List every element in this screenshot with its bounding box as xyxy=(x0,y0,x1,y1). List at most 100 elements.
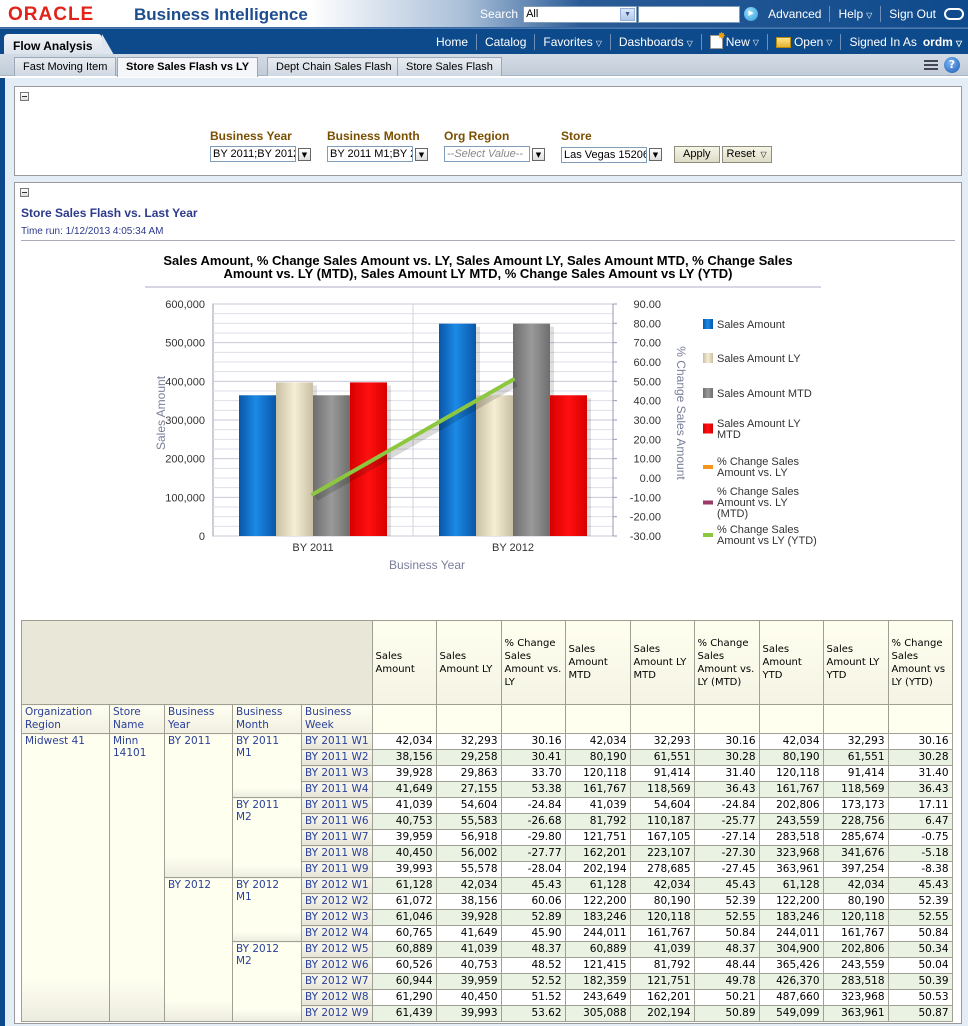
page-options-icon[interactable] xyxy=(924,60,938,70)
business-month-cell[interactable]: BY 2012 M1 xyxy=(232,877,302,942)
nav-catalog[interactable]: Catalog xyxy=(485,35,526,49)
nav-home[interactable]: Home xyxy=(436,35,468,49)
collapse-icon[interactable] xyxy=(20,92,29,101)
business-month-cell[interactable]: BY 2011 M1 xyxy=(232,733,302,798)
tab-fast-moving-item[interactable]: Fast Moving Item xyxy=(14,57,117,76)
nav-dashboards[interactable]: Dashboards ▽ xyxy=(619,35,693,49)
y-tick-label: 400,000 xyxy=(165,376,205,388)
org-region-select[interactable]: --Select Value-- xyxy=(444,146,530,162)
apply-button[interactable]: Apply xyxy=(674,146,720,163)
blank-header-cell xyxy=(371,704,437,734)
dashboard-tab-flow-analysis[interactable]: Flow Analysis xyxy=(4,34,114,55)
business-week-cell[interactable]: BY 2011 W7 xyxy=(301,829,373,846)
tab-dept-chain-sales-flash[interactable]: Dept Chain Sales Flash xyxy=(267,57,401,76)
business-year-cell[interactable]: BY 2011 xyxy=(164,733,233,878)
business-week-cell[interactable]: BY 2011 W1 xyxy=(301,733,373,750)
store-select[interactable]: Las Vegas 15206 xyxy=(561,146,647,163)
value-cell: 120,118 xyxy=(564,765,631,782)
business-year-select[interactable]: BY 2011;BY 2012 xyxy=(210,146,296,162)
nav-favorites[interactable]: Favorites ▽ xyxy=(543,35,602,49)
value-cell: 121,751 xyxy=(564,829,631,846)
business-week-cell[interactable]: BY 2011 W5 xyxy=(301,797,373,814)
business-week-cell[interactable]: BY 2012 W6 xyxy=(301,957,373,974)
value-cell: 42,034 xyxy=(629,877,695,894)
x-tick-label: BY 2012 xyxy=(492,542,534,554)
value-cell: 243,559 xyxy=(758,813,824,830)
help-menu[interactable]: Help ▽ xyxy=(838,7,872,21)
search-input[interactable] xyxy=(638,5,741,23)
business-week-cell[interactable]: BY 2011 W9 xyxy=(301,861,373,878)
tab-store-sales-flash[interactable]: Store Sales Flash xyxy=(397,57,502,76)
value-cell: 48.44 xyxy=(693,957,760,974)
value-cell: -24.84 xyxy=(500,797,566,814)
divider xyxy=(829,6,831,22)
org-region-cell[interactable]: Midwest 41 xyxy=(21,733,110,1022)
business-week-cell[interactable]: BY 2011 W4 xyxy=(301,781,373,798)
search-scope-value: All xyxy=(526,8,539,20)
help-icon[interactable]: ? xyxy=(944,57,960,73)
user-menu[interactable]: ordm ▽ xyxy=(923,35,962,49)
value-cell: 161,767 xyxy=(758,781,824,798)
sales-pivot-table: Sales Amount Sales Amount LY% Change Sale… xyxy=(21,620,953,1022)
advanced-link[interactable]: Advanced xyxy=(768,7,821,21)
business-week-cell[interactable]: BY 2012 W4 xyxy=(301,925,373,942)
nav-new[interactable]: New▽ xyxy=(709,31,759,49)
value-cell: 39,959 xyxy=(371,829,437,846)
business-week-cell[interactable]: BY 2011 W8 xyxy=(301,845,373,862)
business-week-cell[interactable]: BY 2011 W6 xyxy=(301,813,373,830)
value-cell: 40,753 xyxy=(371,813,437,830)
value-cell: 41,039 xyxy=(564,797,631,814)
value-cell: 121,415 xyxy=(564,957,631,974)
dashboard-content: Business Year BY 2011;BY 2012 ▼ Business… xyxy=(0,78,968,1026)
value-cell: 80,190 xyxy=(564,749,631,766)
business-week-cell[interactable]: BY 2012 W2 xyxy=(301,893,373,910)
prompt-business-year: Business Year BY 2011;BY 2012 ▼ xyxy=(210,129,311,162)
business-month-cell[interactable]: BY 2012 M2 xyxy=(232,941,302,1022)
value-cell: 38,156 xyxy=(435,893,502,910)
business-week-cell[interactable]: BY 2012 W5 xyxy=(301,941,373,958)
business-month-select[interactable]: BY 2011 M1;BY 2 xyxy=(327,146,413,162)
y-tick-label: 200,000 xyxy=(165,454,205,466)
reset-button[interactable]: Reset ▽ xyxy=(721,146,772,163)
search-go-icon[interactable]: ▶ xyxy=(744,7,759,21)
value-cell: 80,190 xyxy=(822,893,889,910)
value-cell: 323,968 xyxy=(758,845,824,862)
prompt-business-month: Business Month BY 2011 M1;BY 2 ▼ xyxy=(327,129,428,162)
blank-header-cell xyxy=(822,704,889,734)
business-month-cell[interactable]: BY 2011 M2 xyxy=(232,797,302,878)
column-header: Sales Amount LY xyxy=(435,620,502,705)
business-week-cell[interactable]: BY 2012 W8 xyxy=(301,989,373,1006)
business-week-cell[interactable]: BY 2011 W3 xyxy=(301,765,373,782)
value-cell: 60,765 xyxy=(371,925,437,942)
bar-sales-amount-ly-by-2012 xyxy=(476,395,513,536)
value-cell: -27.30 xyxy=(693,845,760,862)
store-name-cell[interactable]: Minn 14101 xyxy=(109,733,165,1022)
bar-sales-amount-mtd-by-2012 xyxy=(513,323,550,536)
divider xyxy=(609,34,611,50)
business-week-cell[interactable]: BY 2012 W7 xyxy=(301,973,373,990)
search-scope-select[interactable]: All ▼ xyxy=(523,5,638,23)
nav-open[interactable]: Open ▽ xyxy=(775,35,832,49)
chart-title: Sales Amount, % Change Sales Amount vs. … xyxy=(145,253,821,288)
value-cell: 32,293 xyxy=(629,733,695,750)
business-week-cell[interactable]: BY 2012 W1 xyxy=(301,877,373,894)
prompt-label: Org Region xyxy=(444,129,510,143)
business-week-cell[interactable]: BY 2012 W9 xyxy=(301,1005,373,1022)
business-week-cell[interactable]: BY 2011 W2 xyxy=(301,749,373,766)
bar-sales-amount-by-2011 xyxy=(239,395,276,536)
sales-chart: Sales Amount, % Change Sales Amount vs. … xyxy=(145,253,821,572)
business-year-cell[interactable]: BY 2012 xyxy=(164,877,233,1022)
dropdown-arrow-icon[interactable]: ▼ xyxy=(532,147,545,161)
x-axis-ticks: BY 2011 BY 2012 xyxy=(292,542,534,554)
report-section: Store Sales Flash vs. Last Year Time run… xyxy=(14,182,962,1024)
value-cell: 38,156 xyxy=(371,749,437,766)
tab-store-sales-flash-vs-ly[interactable]: Store Sales Flash vs LY xyxy=(117,57,259,77)
sign-out-link[interactable]: Sign Out xyxy=(889,7,936,21)
dropdown-arrow-icon[interactable]: ▼ xyxy=(298,147,311,161)
value-cell: 173,173 xyxy=(822,797,889,814)
dropdown-arrow-icon[interactable]: ▼ xyxy=(649,148,662,161)
value-cell: 54,604 xyxy=(629,797,695,814)
dropdown-arrow-icon[interactable]: ▼ xyxy=(415,147,428,161)
blank-header-cell xyxy=(693,704,760,734)
business-week-cell[interactable]: BY 2012 W3 xyxy=(301,909,373,926)
